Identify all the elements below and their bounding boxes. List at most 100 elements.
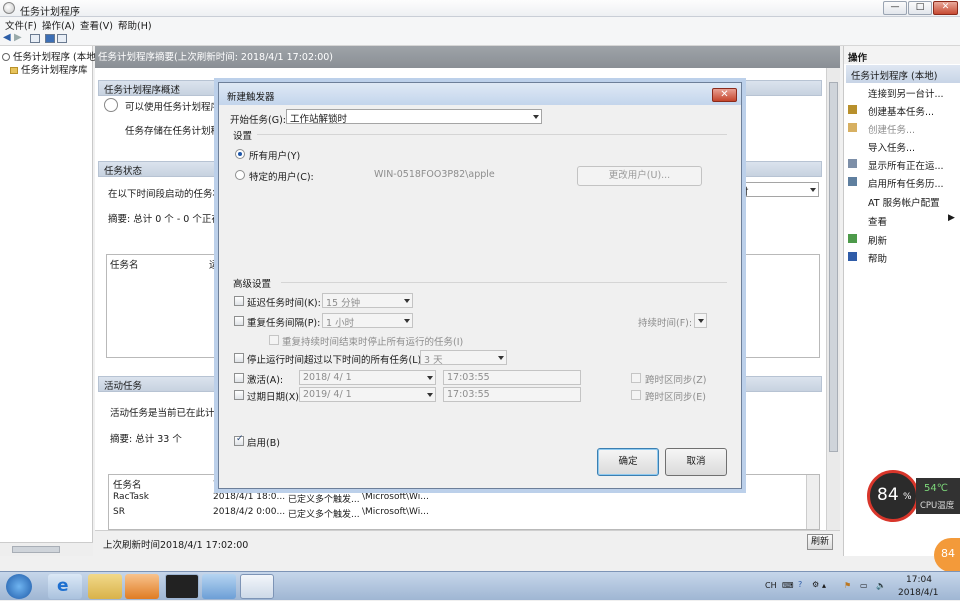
activate-label[interactable]: 激活(A): (247, 372, 283, 386)
stop-longer-checkbox[interactable] (234, 353, 244, 363)
expire-date-picker[interactable]: 2019/ 4/ 1 (299, 387, 436, 402)
sync-activate-label[interactable]: 跨时区同步(Z) (645, 372, 706, 386)
delay-select[interactable]: 15 分钟 (322, 293, 413, 308)
all-users-radio[interactable] (235, 149, 245, 159)
menu-view[interactable]: 查看(V) (80, 18, 113, 32)
action-pane-icon[interactable] (57, 34, 67, 43)
table-scrollbar[interactable] (806, 475, 819, 529)
help-icon[interactable] (45, 34, 55, 43)
enabled-checkbox[interactable] (234, 434, 244, 446)
start-button[interactable] (6, 574, 32, 599)
action-connect[interactable]: 连接到另一台计... (848, 85, 960, 100)
stop-longer-label[interactable]: 停止运行时间超过以下时间的所有任务(L): (247, 352, 424, 366)
table-row[interactable]: RacTask 2018/4/1 18:0... 已定义多个触发... \Mic… (109, 491, 806, 505)
control-panel-icon[interactable] (202, 574, 236, 599)
specific-user-radio[interactable] (235, 170, 245, 180)
start-task-select[interactable]: 工作站解锁时 (286, 109, 542, 124)
status-col-name[interactable]: 任务名 (110, 257, 139, 271)
tree-horizontal-scrollbar[interactable] (0, 542, 93, 556)
refresh-button[interactable]: 刷新 (807, 534, 833, 550)
floating-badge[interactable]: 84 (934, 538, 960, 572)
start-task-label: 开始任务(G): (230, 115, 286, 126)
repeat-select[interactable]: 1 小时 (322, 313, 413, 328)
back-arrow-icon[interactable]: ◀ (3, 32, 11, 43)
menu-file[interactable]: 文件(F) (5, 18, 37, 32)
repeat-checkbox[interactable] (234, 316, 244, 326)
expire-label[interactable]: 过期日期(X): (247, 389, 302, 403)
action-view[interactable]: 查看 ▶ (848, 213, 960, 228)
console-tree: 任务计划程序 (本地 任务计划程序库 (0, 46, 96, 542)
all-users-label[interactable]: 所有用户(Y) (249, 148, 300, 162)
menu-action[interactable]: 操作(A) (42, 18, 75, 32)
ie-icon[interactable]: e (48, 574, 82, 599)
expire-checkbox[interactable] (234, 390, 244, 400)
actions-title: 操作 (844, 46, 960, 64)
activate-date-picker[interactable]: 2018/ 4/ 1 (299, 370, 436, 385)
input-lang[interactable]: CH (765, 581, 777, 590)
clock-time[interactable]: 17:04 (906, 575, 932, 585)
cmd-icon[interactable] (165, 574, 199, 599)
settings-icon[interactable]: ⚙ (812, 580, 819, 589)
action-enable-history[interactable]: 启用所有任务历... (848, 175, 960, 190)
stop-longer-select[interactable]: 3 天 (420, 350, 507, 365)
status-period-select[interactable]: 时 (735, 182, 819, 197)
maximize-button[interactable]: □ (908, 1, 932, 15)
delay-label[interactable]: 延迟任务时间(K): (247, 295, 321, 309)
cpu-usage-gauge[interactable]: 84 % (867, 470, 919, 522)
tree-root[interactable]: 任务计划程序 (本地 (2, 49, 96, 63)
minimize-button[interactable]: — (883, 1, 907, 15)
keyboard-icon[interactable]: ⌨ (782, 581, 794, 590)
active-col-name[interactable]: 任务名 (113, 477, 142, 491)
dropdown-arrow-icon (498, 356, 504, 360)
sync-expire-checkbox[interactable] (631, 390, 641, 400)
sync-activate-checkbox[interactable] (631, 373, 641, 383)
network-icon[interactable]: ▭ (860, 581, 868, 590)
activate-checkbox[interactable] (234, 373, 244, 383)
delay-checkbox[interactable] (234, 296, 244, 306)
sync-expire-label[interactable]: 跨时区同步(E) (645, 389, 706, 403)
specific-user-label[interactable]: 特定的用户(C): (249, 169, 314, 183)
actions-subtitle[interactable]: 任务计划程序 (本地) (846, 65, 960, 83)
scroll-thumb[interactable] (829, 82, 838, 452)
duration-select[interactable] (694, 313, 707, 328)
stop-at-duration-end-label[interactable]: 重复持续时间结束时停止所有运行的任务(I) (282, 334, 463, 348)
flag-icon[interactable]: ⚑ (844, 581, 851, 590)
show-hidden-icons[interactable]: ▴ (822, 581, 826, 590)
console-tree-icon[interactable] (30, 34, 40, 43)
action-create-basic[interactable]: 创建基本任务... (848, 103, 960, 118)
tree-library[interactable]: 任务计划程序库 (10, 62, 88, 76)
stop-at-duration-end-checkbox[interactable] (269, 335, 279, 345)
clock-date[interactable]: 2018/4/1 (898, 588, 938, 598)
forward-arrow-icon[interactable]: ▶ (14, 32, 22, 43)
action-at-service[interactable]: AT 服务帐户配置 (848, 194, 960, 209)
change-user-button[interactable]: 更改用户(U)... (577, 166, 702, 186)
center-vertical-scrollbar[interactable] (826, 68, 840, 530)
running-tasks-icon (848, 159, 857, 168)
media-player-icon[interactable] (125, 574, 159, 599)
dropdown-arrow-icon (533, 115, 539, 119)
menu-help[interactable]: 帮助(H) (118, 18, 152, 32)
action-help[interactable]: 帮助 (848, 250, 960, 265)
close-button[interactable]: ✕ (933, 1, 958, 15)
table-row[interactable]: SR 2018/4/2 0:00... 已定义多个触发... \Microsof… (109, 506, 806, 520)
scroll-thumb[interactable] (12, 546, 60, 553)
ok-button[interactable]: 确定 (597, 448, 659, 476)
repeat-label[interactable]: 重复任务间隔(P): (247, 315, 320, 329)
action-import[interactable]: 导入任务... (848, 139, 960, 154)
volume-icon[interactable]: 🔈 (876, 581, 886, 590)
dialog-close-button[interactable]: ✕ (712, 88, 737, 102)
enabled-label[interactable]: 启用(B) (247, 435, 280, 449)
cpu-temp-widget[interactable]: 54℃ CPU温度 (916, 478, 960, 514)
cancel-button[interactable]: 取消 (665, 448, 727, 476)
help-icon (848, 252, 857, 261)
task-scheduler-taskbar-icon[interactable] (240, 574, 274, 599)
action-refresh[interactable]: 刷新 (848, 232, 960, 247)
action-create-task[interactable]: 创建任务... (848, 121, 960, 136)
help-icon[interactable]: ? (798, 580, 802, 589)
folder-icon (10, 67, 18, 74)
expire-time-spinner[interactable]: 17:03:55 (443, 387, 581, 402)
activate-time-spinner[interactable]: 17:03:55 (443, 370, 581, 385)
calendar-dropdown-icon (427, 376, 433, 380)
explorer-icon[interactable] (88, 574, 122, 599)
action-show-running[interactable]: 显示所有正在运... (848, 157, 960, 172)
